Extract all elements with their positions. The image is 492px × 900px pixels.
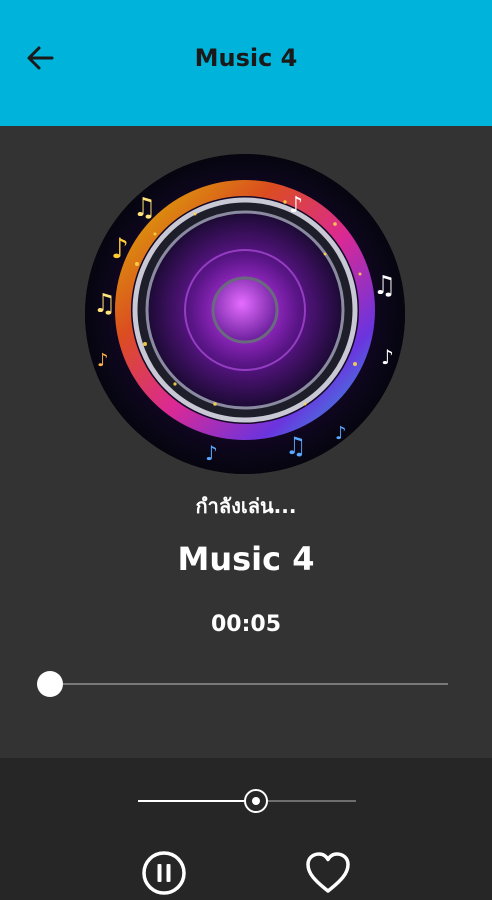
svg-text:♫: ♫	[373, 271, 396, 301]
favorite-button[interactable]	[304, 850, 352, 896]
volume-level	[138, 800, 256, 802]
pause-button[interactable]	[141, 850, 187, 896]
seek-track	[50, 683, 448, 685]
seek-bar[interactable]	[37, 671, 448, 697]
svg-text:♪: ♪	[289, 193, 303, 218]
svg-text:♫: ♫	[93, 289, 116, 319]
album-artwork: ♫ ♫ ♪ ♪ ♫ ♪ ♪ ♪ ♫ ♪	[85, 154, 405, 474]
pause-circle-icon	[142, 851, 186, 895]
svg-text:♪: ♪	[335, 423, 347, 444]
volume-slider[interactable]	[138, 788, 356, 814]
page-title: Music 4	[194, 44, 298, 72]
svg-text:♪: ♪	[97, 350, 109, 371]
playback-status: กำลังเล่น...	[195, 494, 297, 518]
control-panel	[0, 758, 492, 900]
volume-thumb[interactable]	[243, 789, 268, 813]
seek-thumb[interactable]	[37, 671, 63, 697]
elapsed-time: 00:05	[210, 612, 282, 637]
svg-text:♪: ♪	[205, 441, 218, 465]
svg-text:♫: ♫	[285, 432, 307, 460]
app-bar: Music 4	[0, 0, 492, 126]
svg-text:♪: ♪	[381, 345, 394, 369]
heart-outline-icon	[306, 852, 350, 893]
svg-text:♪: ♪	[111, 232, 129, 265]
track-title: Music 4	[177, 540, 315, 578]
svg-text:♫: ♫	[133, 193, 156, 223]
